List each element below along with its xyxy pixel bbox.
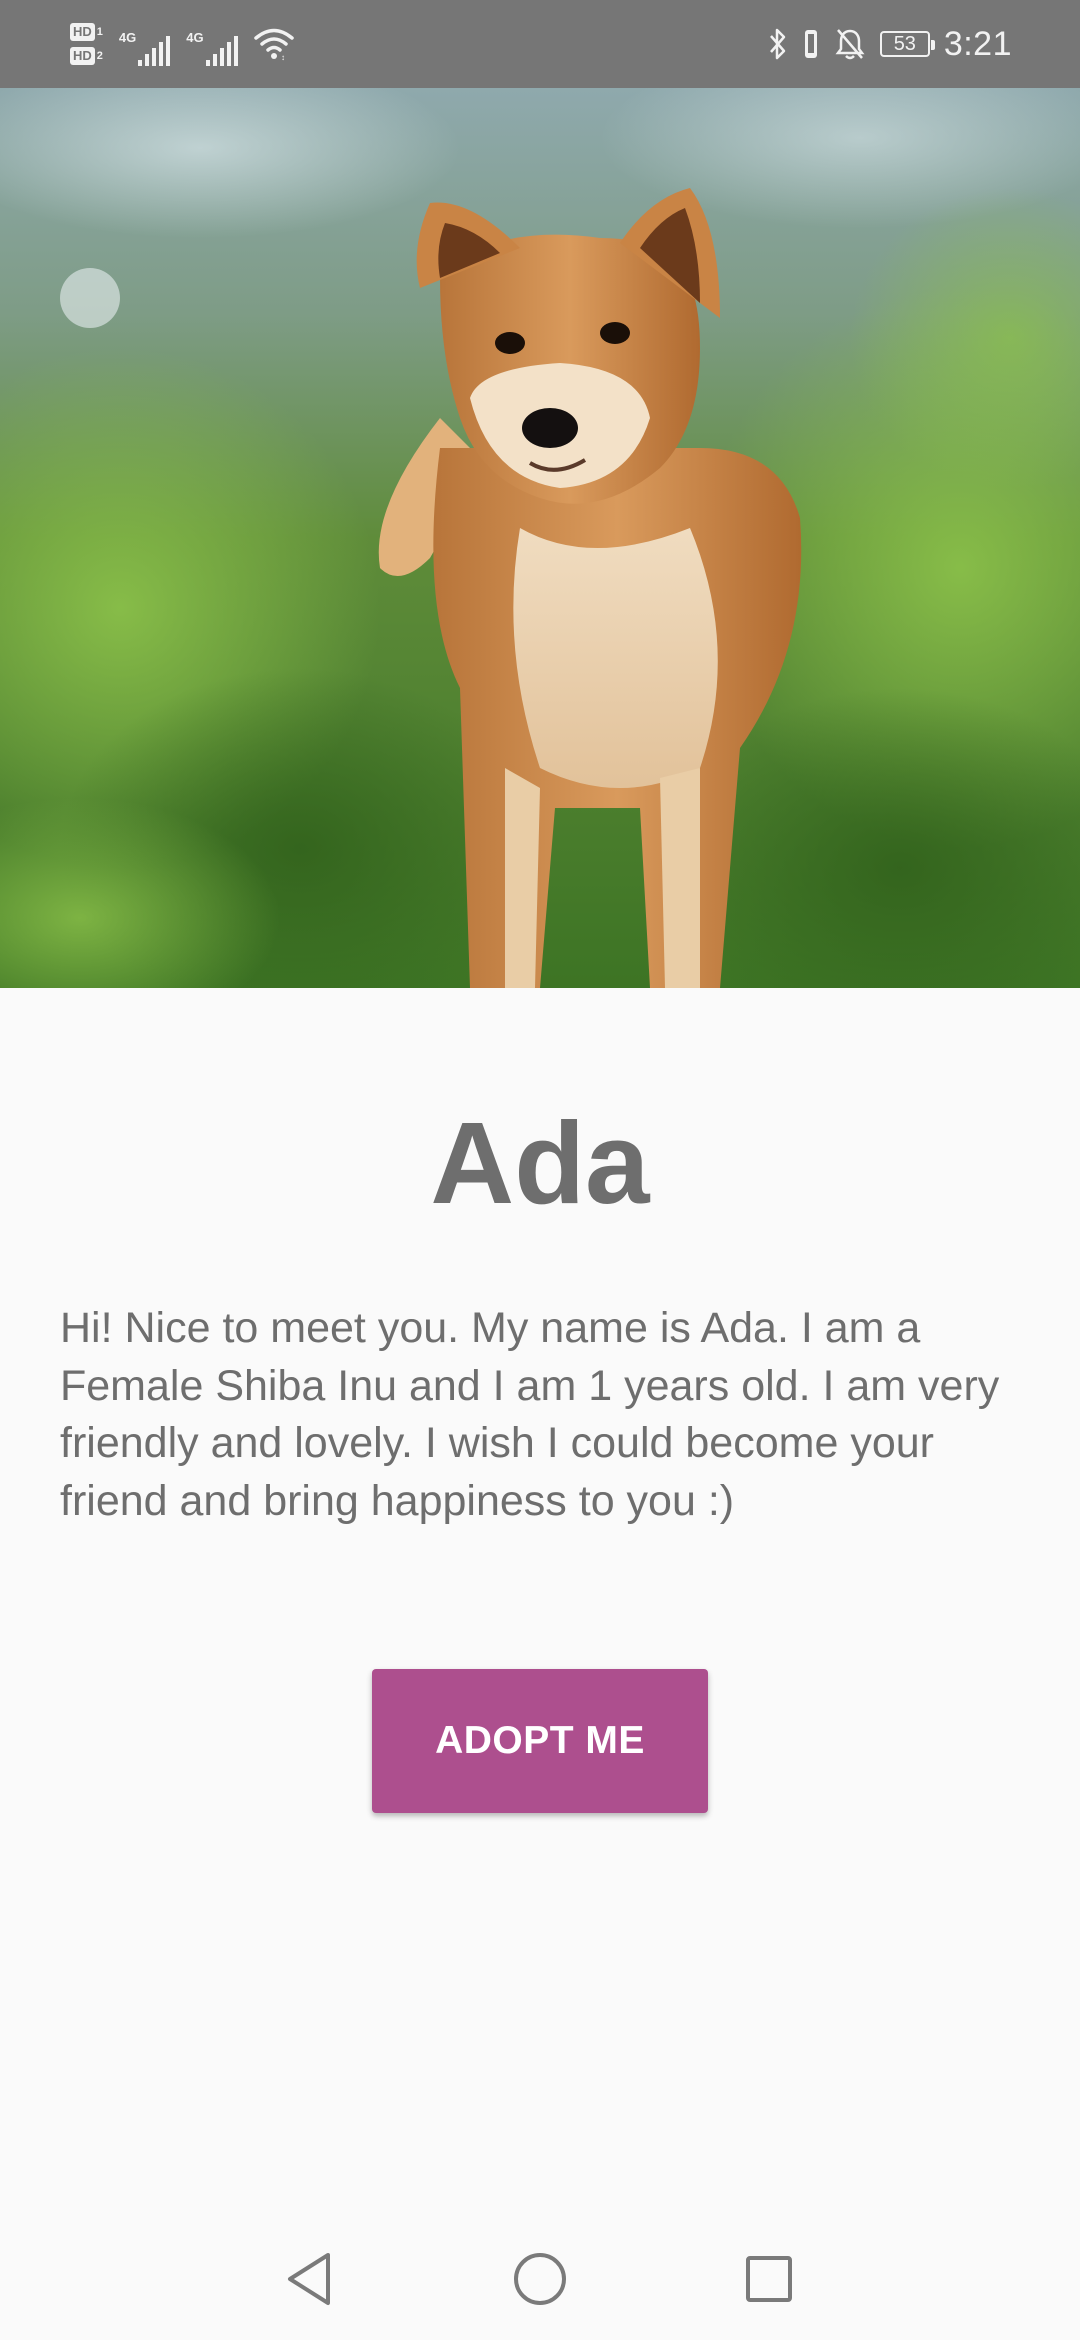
status-left: HD 1 HD 2 4G 4G ↕ <box>70 14 294 74</box>
pet-description: Hi! Nice to meet you. My name is Ada. I … <box>60 1304 1000 1525</box>
pet-name: Ada <box>430 1098 650 1228</box>
recents-icon[interactable] <box>724 2234 814 2324</box>
vibrate-icon <box>802 28 820 60</box>
status-right: 53 3:21 <box>768 14 1012 74</box>
bluetooth-icon <box>768 27 788 61</box>
battery-icon: 53 <box>879 31 935 57</box>
network-type: 4G <box>118 30 137 45</box>
network-type: 4G <box>186 30 204 45</box>
notifications-off-icon <box>834 27 866 61</box>
signal-icon: 4G <box>118 22 171 66</box>
hd-indicators: HD 1 HD 2 <box>70 23 103 65</box>
signal-icon: 4G <box>186 22 238 66</box>
back-icon[interactable] <box>264 2234 354 2324</box>
shiba-inu-photo <box>0 88 1080 988</box>
hd-label: HD <box>70 23 95 41</box>
signal-bars <box>205 36 238 66</box>
hd-label: HD <box>70 47 95 65</box>
pet-detail-screen: HD 1 HD 2 4G 4G ↕ 53 3:21 Ada Hi! Nice t… <box>0 0 1080 2340</box>
battery-level: 53 <box>893 32 916 55</box>
pet-photo <box>0 88 1080 988</box>
hd-badge-1: HD 1 <box>70 23 103 41</box>
signal-bars <box>138 36 171 66</box>
navigation-bar <box>0 2214 1080 2340</box>
status-bar: HD 1 HD 2 4G 4G ↕ 53 3:21 <box>0 0 1080 88</box>
hd-badge-2: HD 2 <box>70 47 103 65</box>
svg-text:↕: ↕ <box>281 53 285 61</box>
wifi-icon: ↕ <box>253 27 294 61</box>
home-icon[interactable] <box>495 2234 585 2324</box>
adopt-me-button[interactable]: ADOPT ME <box>372 1669 708 1813</box>
sim-number: 2 <box>96 50 103 62</box>
sim-number: 1 <box>96 26 103 38</box>
clock: 3:21 <box>943 24 1012 63</box>
